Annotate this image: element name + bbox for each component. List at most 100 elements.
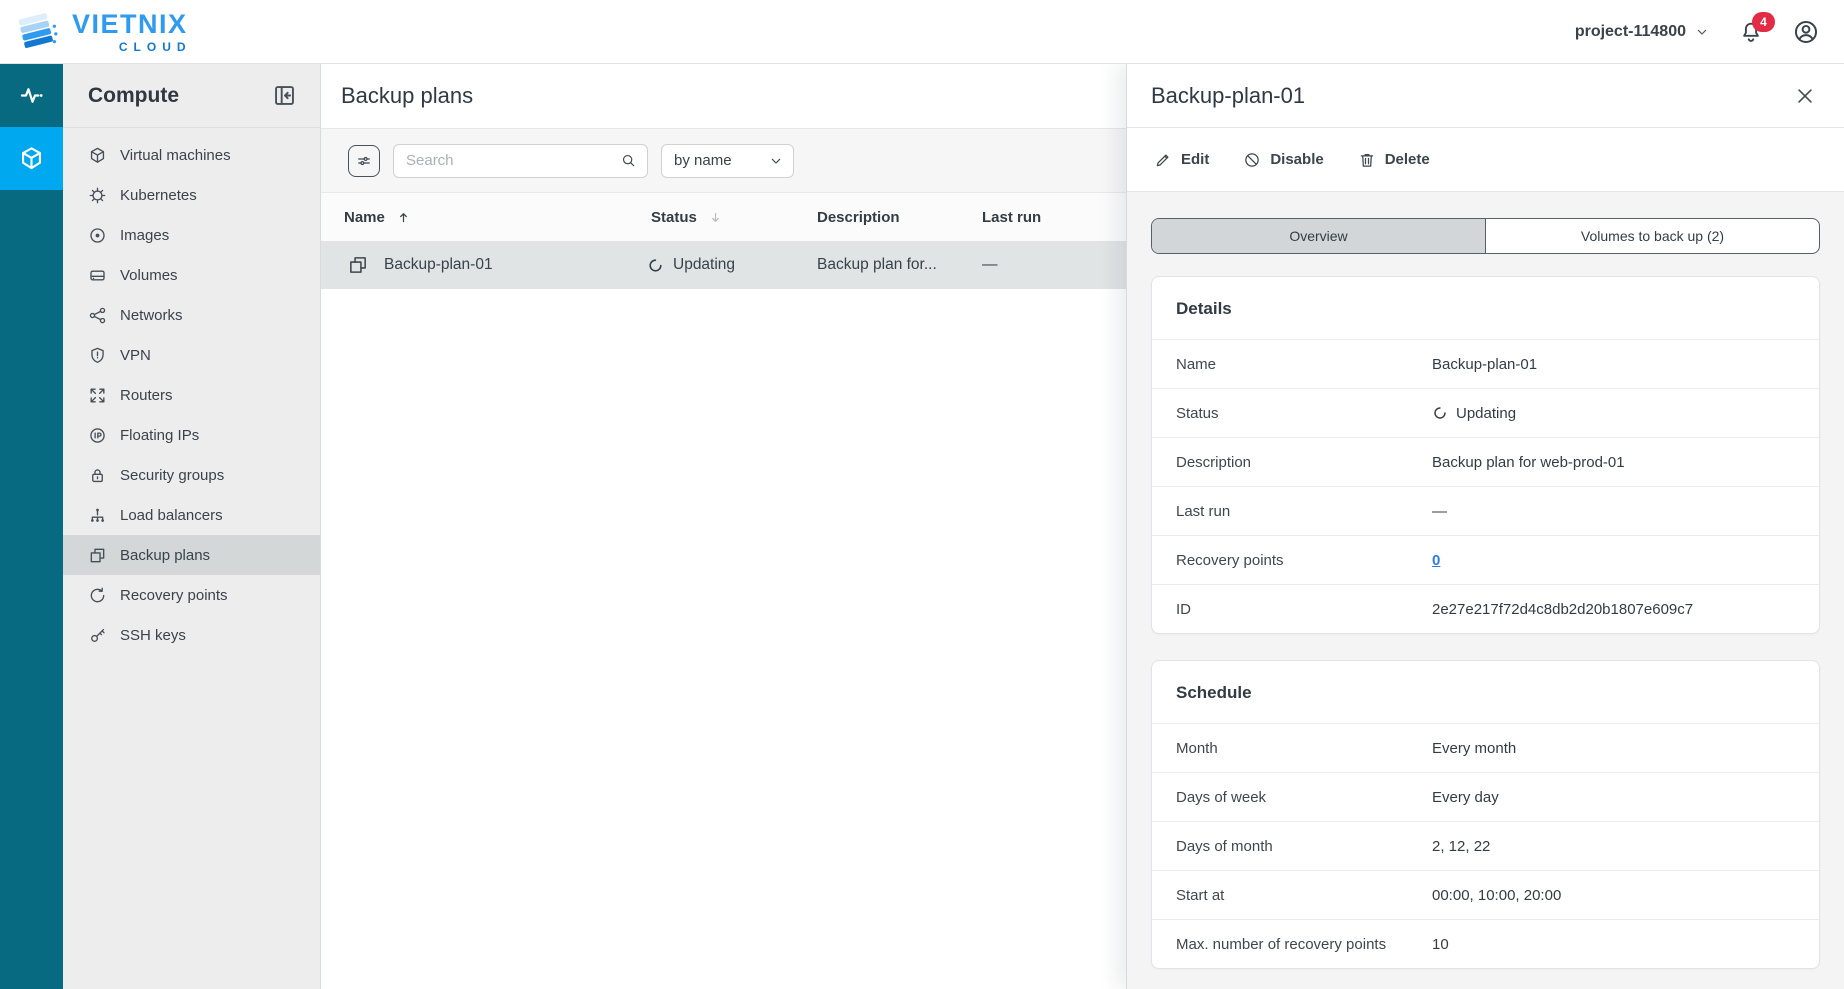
arrows-out-icon <box>88 386 107 405</box>
status-text: Updating <box>1456 405 1516 422</box>
detail-value: Backup plan for web-prod-01 <box>1432 454 1625 471</box>
detail-panel: Backup-plan-01 Edit Disable Delete Overvie… <box>1126 64 1844 989</box>
sidebar-item-backup-plans[interactable]: Backup plans <box>63 535 320 575</box>
chevron-down-icon <box>1694 24 1710 40</box>
detail-value-text: 2, 12, 22 <box>1432 838 1490 855</box>
column-label: Name <box>344 209 385 226</box>
search-input[interactable] <box>404 151 620 170</box>
search-icon <box>620 152 637 169</box>
spinner-icon <box>1432 405 1448 421</box>
notifications-button[interactable]: 4 <box>1738 19 1764 45</box>
detail-value: Updating <box>1432 405 1516 422</box>
detail-label: Status <box>1176 405 1432 422</box>
close-panel-button[interactable] <box>1794 85 1816 107</box>
sidebar-item-label: Images <box>120 227 169 244</box>
detail-row-month: MonthEvery month <box>1152 723 1819 772</box>
panel-collapse-icon <box>271 82 298 109</box>
column-label: Last run <box>982 209 1041 226</box>
sidebar-item-recovery-points[interactable]: Recovery points <box>63 575 320 615</box>
project-switcher[interactable]: project-114800 <box>1575 23 1710 41</box>
detail-row-recovery-points: Recovery points0 <box>1152 535 1819 584</box>
close-icon <box>1794 85 1816 107</box>
panel-cards: DetailsNameBackup-plan-01StatusUpdatingD… <box>1151 276 1820 969</box>
logo-stack-icon <box>14 7 64 57</box>
sidebar-item-networks[interactable]: Networks <box>63 295 320 335</box>
chevron-down-icon <box>768 153 784 169</box>
sidebar-item-kubernetes[interactable]: Kubernetes <box>63 175 320 215</box>
tab-overview[interactable]: Overview <box>1152 219 1486 253</box>
panel-title: Backup-plan-01 <box>1151 83 1305 109</box>
column-header-description[interactable]: Description <box>817 193 900 241</box>
disable-button[interactable]: Disable <box>1243 151 1323 169</box>
trash-icon <box>1358 151 1376 169</box>
brand-name: VIETNIX <box>72 11 188 38</box>
detail-row-days-of-month: Days of month2, 12, 22 <box>1152 821 1819 870</box>
panel-actions: Edit Disable Delete <box>1127 128 1844 192</box>
column-label: Status <box>651 209 697 226</box>
shield-icon <box>88 346 107 365</box>
nodes-icon <box>88 306 107 325</box>
sidebar-item-virtual-machines[interactable]: Virtual machines <box>63 135 320 175</box>
account-button[interactable] <box>1792 18 1820 46</box>
key-icon <box>88 626 107 645</box>
panel-header: Backup-plan-01 <box>1127 64 1844 128</box>
panel-body: OverviewVolumes to back up (2) DetailsNa… <box>1127 192 1844 969</box>
card-title: Schedule <box>1152 661 1819 723</box>
column-header-last-run[interactable]: Last run <box>982 193 1041 241</box>
service-rail <box>0 64 63 989</box>
tab-label: Overview <box>1289 228 1347 244</box>
sort-select[interactable]: by name <box>661 144 794 178</box>
sidebar-item-ssh-keys[interactable]: SSH keys <box>63 615 320 655</box>
page-title: Backup plans <box>341 83 473 109</box>
rail-item-monitoring[interactable] <box>0 64 63 127</box>
detail-label: ID <box>1176 601 1432 618</box>
detail-label: Recovery points <box>1176 552 1432 569</box>
ip-circle-icon <box>88 426 107 445</box>
sidebar-item-label: Floating IPs <box>120 427 199 444</box>
disc-icon <box>88 226 107 245</box>
sidebar-item-label: VPN <box>120 347 151 364</box>
cell-status: Updating <box>647 241 735 289</box>
filter-button[interactable] <box>348 145 380 177</box>
search-box <box>393 144 648 178</box>
sidebar-item-label: Load balancers <box>120 507 223 524</box>
column-header-status[interactable]: Status <box>651 193 723 241</box>
sidebar-item-load-balancers[interactable]: Load balancers <box>63 495 320 535</box>
detail-value: Every month <box>1432 740 1516 757</box>
detail-value: Backup-plan-01 <box>1432 356 1537 373</box>
sidebar-item-label: Security groups <box>120 467 224 484</box>
row-name: Backup-plan-01 <box>384 256 493 274</box>
sidebar-item-volumes[interactable]: Volumes <box>63 255 320 295</box>
detail-label: Max. number of recovery points <box>1176 936 1432 953</box>
tab-volumes-to-back-up-2[interactable]: Volumes to back up (2) <box>1486 219 1819 253</box>
detail-label: Month <box>1176 740 1432 757</box>
delete-button[interactable]: Delete <box>1358 151 1430 169</box>
brand-subtitle: CLOUD <box>119 41 192 53</box>
sidebar-item-routers[interactable]: Routers <box>63 375 320 415</box>
detail-value: 0 <box>1432 552 1440 569</box>
column-header-name[interactable]: Name <box>344 193 411 241</box>
action-label: Delete <box>1385 151 1430 168</box>
sidebar-item-security-groups[interactable]: Security groups <box>63 455 320 495</box>
collapse-sidebar-button[interactable] <box>271 82 298 109</box>
detail-value: 2, 12, 22 <box>1432 838 1490 855</box>
detail-value: Every day <box>1432 789 1499 806</box>
app-root: VIETNIX CLOUD project-114800 4 <box>0 0 1844 989</box>
rail-item-compute[interactable] <box>0 127 63 190</box>
recovery-points-link[interactable]: 0 <box>1432 552 1440 569</box>
sidebar-item-label: Volumes <box>120 267 178 284</box>
sidebar-item-floating-ips[interactable]: Floating IPs <box>63 415 320 455</box>
detail-row-max-number-of-recovery-points: Max. number of recovery points10 <box>1152 919 1819 968</box>
panel-tabs: Overview Volumes to back up (2) <box>1151 218 1820 254</box>
detail-value-text: Every month <box>1432 740 1516 757</box>
account-icon <box>1792 18 1820 46</box>
edit-button[interactable]: Edit <box>1154 151 1209 169</box>
helm-icon <box>88 186 107 205</box>
detail-value-text: 00:00, 10:00, 20:00 <box>1432 887 1561 904</box>
sidebar-item-vpn[interactable]: VPN <box>63 335 320 375</box>
cube-icon <box>18 145 45 172</box>
detail-label: Days of month <box>1176 838 1432 855</box>
sidebar-item-images[interactable]: Images <box>63 215 320 255</box>
card-title: Details <box>1152 277 1819 339</box>
sidebar-header: Compute <box>63 64 320 128</box>
